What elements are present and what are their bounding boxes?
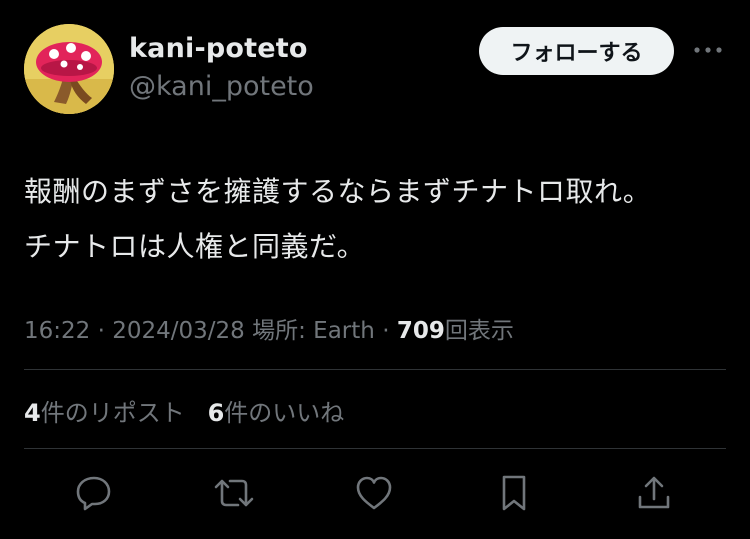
divider <box>24 369 726 370</box>
reply-icon <box>76 476 111 511</box>
likes-count: 6 <box>207 399 225 427</box>
likes-stat[interactable]: 6件のいいね <box>208 399 345 427</box>
avatar[interactable] <box>24 24 114 114</box>
tweet-location: 場所: Earth <box>252 318 375 344</box>
tweet-text-line: 報酬のまずさを擁護するならまずチナトロ取れ。 <box>24 175 652 208</box>
mushroom-avatar-image <box>24 24 114 114</box>
more-options-button[interactable] <box>690 36 726 64</box>
tweet-text-line: チナトロは人権と同義だ。 <box>24 230 366 263</box>
reply-button[interactable] <box>71 470 117 516</box>
display-name[interactable]: kani-poteto <box>129 33 308 64</box>
like-button[interactable] <box>351 470 397 516</box>
meta-separator: · <box>382 318 390 344</box>
bookmark-icon <box>502 475 526 511</box>
divider <box>24 448 726 449</box>
tweet-time[interactable]: 16:22 <box>24 318 90 344</box>
share-icon <box>638 476 670 509</box>
tweet-text: 報酬のまずさを擁護するならまずチナトロ取れ。 チナトロは人権と同義だ。 <box>24 164 734 274</box>
bookmark-button[interactable] <box>491 470 537 516</box>
follow-button[interactable]: フォローする <box>479 27 674 75</box>
likes-label: 件のいいね <box>224 399 345 427</box>
reposts-stat[interactable]: 4件のリポスト <box>24 399 185 427</box>
repost-icon <box>214 479 254 507</box>
tweet-meta: 16:22 · 2024/03/28 場所: Earth · 709回表示 <box>24 311 514 345</box>
tweet-date[interactable]: 2024/03/28 <box>112 318 245 344</box>
views-label: 回表示 <box>444 318 514 344</box>
engagement-stats: 4件のリポスト 6件のいいね <box>24 393 344 428</box>
repost-button[interactable] <box>211 470 257 516</box>
user-handle[interactable]: @kani_poteto <box>129 71 314 102</box>
reposts-count: 4 <box>24 399 41 427</box>
views-count: 709 <box>396 318 445 344</box>
meta-separator: · <box>97 318 105 344</box>
more-dots-icon <box>694 47 722 53</box>
share-button[interactable] <box>631 470 677 516</box>
reposts-label: 件のリポスト <box>40 399 185 427</box>
action-bar <box>0 470 750 516</box>
like-icon <box>356 476 392 510</box>
